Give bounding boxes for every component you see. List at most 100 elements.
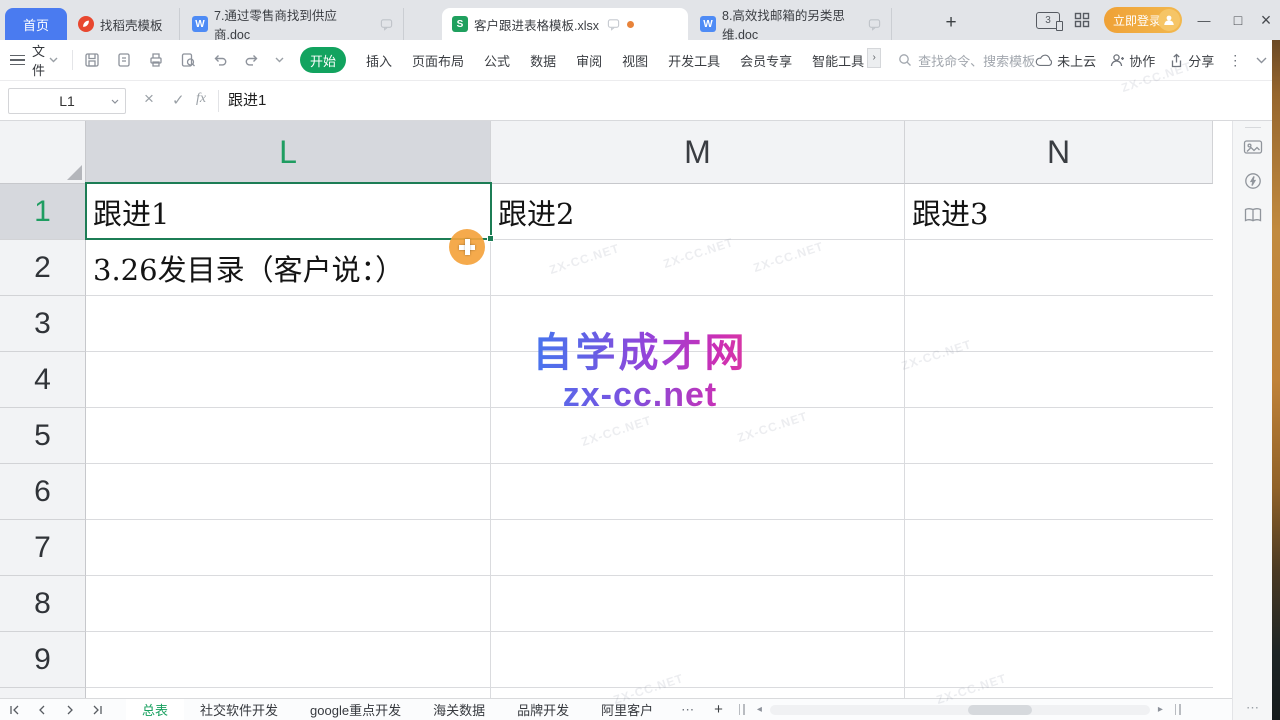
qat-dropdown-icon[interactable] xyxy=(275,57,284,63)
minimize-button[interactable]: — xyxy=(1188,0,1220,40)
cell-M5[interactable] xyxy=(491,408,905,464)
cell-M3[interactable] xyxy=(491,296,905,352)
cell-M4[interactable] xyxy=(491,352,905,408)
more-options-icon[interactable]: ⋮ xyxy=(1228,52,1242,69)
command-search[interactable]: 查找命令、搜索模板 xyxy=(898,51,1035,70)
column-header-N[interactable]: N xyxy=(905,121,1213,184)
cell-N9[interactable] xyxy=(905,632,1213,688)
prev-sheet-icon[interactable] xyxy=(28,704,56,716)
cell-L9[interactable] xyxy=(86,632,491,688)
cell-L8[interactable] xyxy=(86,576,491,632)
cell-N1[interactable]: 跟进3 xyxy=(905,184,1213,240)
cell-M9[interactable] xyxy=(491,632,905,688)
row-header-8[interactable]: 8 xyxy=(0,576,86,632)
cancel-entry-icon[interactable]: × xyxy=(144,89,154,109)
dictionary-book-icon[interactable] xyxy=(1243,206,1263,224)
row-header-3[interactable]: 3 xyxy=(0,296,86,352)
cell-N10[interactable] xyxy=(905,688,1213,698)
ribbon-tab-home[interactable]: 开始 xyxy=(300,47,346,73)
fill-handle[interactable] xyxy=(487,235,494,242)
name-box-chevron-icon[interactable] xyxy=(111,99,119,104)
sheet-tab-brand[interactable]: 品牌开发 xyxy=(501,699,585,720)
cell-M7[interactable] xyxy=(491,520,905,576)
horizontal-scrollbar[interactable] xyxy=(770,705,1150,715)
redo-icon[interactable] xyxy=(243,51,261,69)
sheet-tab-customs[interactable]: 海关数据 xyxy=(417,699,501,720)
next-sheet-icon[interactable] xyxy=(56,704,84,716)
cell-M10[interactable] xyxy=(491,688,905,698)
sheet-tab-social[interactable]: 社交软件开发 xyxy=(184,699,294,720)
cell-L10[interactable] xyxy=(86,688,491,698)
insert-function-icon[interactable]: fx xyxy=(196,91,206,107)
cloud-status[interactable]: 未上云 xyxy=(1035,51,1096,70)
ribbon-tab-review[interactable]: 审阅 xyxy=(576,51,602,70)
window-manager-icon[interactable]: 3 xyxy=(1036,12,1060,29)
cell-L3[interactable] xyxy=(86,296,491,352)
save-icon[interactable] xyxy=(83,51,101,69)
cell-N3[interactable] xyxy=(905,296,1213,352)
cell-N8[interactable] xyxy=(905,576,1213,632)
output-icon[interactable] xyxy=(115,51,133,69)
ribbon-tab-page-layout[interactable]: 页面布局 xyxy=(412,51,464,70)
ribbon-tab-data[interactable]: 数据 xyxy=(530,51,556,70)
collaborate-button[interactable]: 协作 xyxy=(1110,51,1155,70)
cell-N4[interactable] xyxy=(905,352,1213,408)
select-all-corner[interactable] xyxy=(0,121,86,184)
row-header-1[interactable]: 1 xyxy=(0,184,86,240)
cell-M2[interactable] xyxy=(491,240,905,296)
row-header-7[interactable]: 7 xyxy=(0,520,86,576)
cell-N6[interactable] xyxy=(905,464,1213,520)
file-chevron-icon[interactable] xyxy=(49,57,58,63)
ribbon-tab-formulas[interactable]: 公式 xyxy=(484,51,510,70)
tab-doc-supplier[interactable]: W 7.通过零售商找到供应商.doc xyxy=(182,8,404,40)
row-header-5[interactable]: 5 xyxy=(0,408,86,464)
print-preview-icon[interactable] xyxy=(179,51,197,69)
ribbon-tab-dev-tools[interactable]: 开发工具 xyxy=(668,51,720,70)
name-box[interactable]: L1 xyxy=(8,88,126,114)
sheet-tab-google[interactable]: google重点开发 xyxy=(294,699,417,720)
first-sheet-icon[interactable] xyxy=(0,704,28,716)
file-menu[interactable]: 文件 xyxy=(32,41,45,79)
row-header-9[interactable]: 9 xyxy=(0,632,86,688)
cell-L5[interactable] xyxy=(86,408,491,464)
cell-L7[interactable] xyxy=(86,520,491,576)
ribbon-tab-smart-tools[interactable]: 智能工具 › xyxy=(812,51,864,70)
cell-N5[interactable] xyxy=(905,408,1213,464)
cell-M6[interactable] xyxy=(491,464,905,520)
collapse-ribbon-icon[interactable] xyxy=(1256,57,1267,64)
add-sheet-button[interactable]: + xyxy=(706,701,731,718)
cell-M1[interactable]: 跟进2 xyxy=(491,184,905,240)
formula-content[interactable]: 跟进1 xyxy=(228,81,266,120)
cell-M8[interactable] xyxy=(491,576,905,632)
share-button[interactable]: 分享 xyxy=(1169,51,1214,70)
cell-L6[interactable] xyxy=(86,464,491,520)
cell-L4[interactable] xyxy=(86,352,491,408)
print-icon[interactable] xyxy=(147,51,165,69)
ribbon-tab-insert[interactable]: 插入 xyxy=(366,51,392,70)
tips-bolt-icon[interactable] xyxy=(1243,171,1263,191)
sheet-list-more-icon[interactable]: ⋯ xyxy=(669,702,706,718)
sidebar-more-icon[interactable]: ⋯ xyxy=(1233,700,1272,716)
row-header-6[interactable]: 6 xyxy=(0,464,86,520)
new-tab-button[interactable]: + xyxy=(938,10,964,36)
column-header-L[interactable]: L xyxy=(86,121,491,184)
ribbon-tab-view[interactable]: 视图 xyxy=(622,51,648,70)
ribbon-overflow-arrow[interactable]: › xyxy=(867,48,881,68)
sheet-tab-summary[interactable]: 总表 xyxy=(126,699,184,720)
hscroll-right-arrow-icon[interactable]: ▸ xyxy=(1154,704,1167,715)
column-header-M[interactable]: M xyxy=(491,121,905,184)
close-button[interactable]: × xyxy=(1250,0,1280,40)
login-button[interactable]: 立即登录 xyxy=(1104,7,1182,33)
tab-doc-email[interactable]: W 8.高效找邮箱的另类思维.doc xyxy=(690,8,892,40)
sheet-tab-alibaba[interactable]: 阿里客户 xyxy=(585,699,669,720)
pane-splitter[interactable] xyxy=(1167,704,1189,715)
row-header-2[interactable]: 2 xyxy=(0,240,86,296)
undo-icon[interactable] xyxy=(211,51,229,69)
row-header-10-partial[interactable] xyxy=(0,688,86,698)
resource-image-icon[interactable] xyxy=(1243,138,1263,156)
horizontal-scrollbar-thumb[interactable] xyxy=(968,705,1032,715)
cell-L2[interactable]: 3.26发目录（客户说：） xyxy=(86,240,491,296)
confirm-entry-icon[interactable]: ✓ xyxy=(172,91,185,109)
tab-active-spreadsheet[interactable]: S 客户跟进表格模板.xlsx xyxy=(442,8,688,40)
last-sheet-icon[interactable] xyxy=(84,704,112,716)
